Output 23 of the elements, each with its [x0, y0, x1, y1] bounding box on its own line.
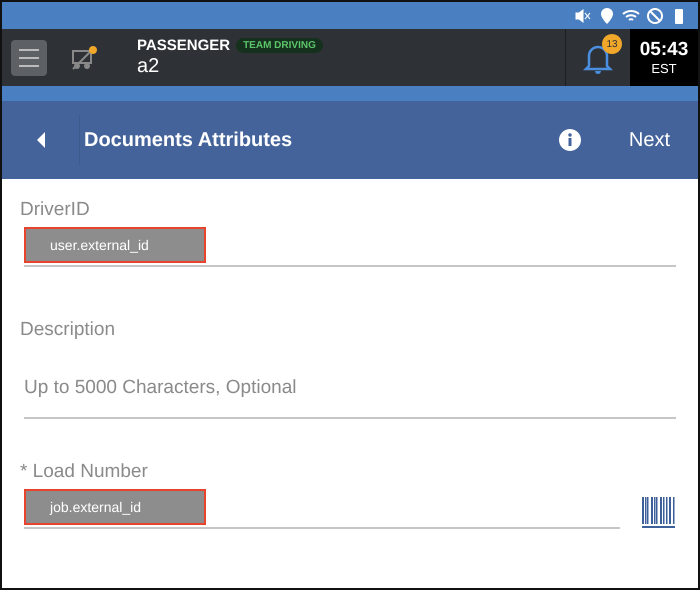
input-field[interactable]: Up to 5000 Characters, Optional — [24, 341, 676, 419]
field-value: job.external_id — [24, 489, 206, 525]
notification-count: 13 — [602, 34, 622, 54]
location-icon — [598, 6, 616, 24]
barcode-icon[interactable] — [642, 497, 676, 529]
mute-icon — [574, 6, 592, 24]
input-field[interactable]: job.external_id — [24, 483, 620, 529]
page-title: Documents Attributes — [84, 128, 292, 152]
block-icon — [646, 6, 664, 24]
team-driving-badge: TEAM DRIVING — [236, 38, 323, 53]
role-label: PASSENGER — [137, 37, 230, 54]
info-icon[interactable] — [558, 129, 581, 151]
clock-time: 05:43 — [640, 39, 688, 61]
field-label: Description — [20, 319, 116, 341]
back-icon — [34, 131, 46, 149]
vehicle-name: a2 — [137, 55, 160, 78]
next-button[interactable]: Next — [628, 128, 670, 152]
input-field[interactable]: user.external_id — [24, 221, 676, 267]
menu-button[interactable] — [11, 40, 47, 76]
field-value: user.external_id — [24, 227, 206, 263]
timezone: EST — [651, 61, 677, 76]
field-label: * Load Number — [20, 461, 149, 483]
field-label: DriverID — [20, 199, 91, 221]
